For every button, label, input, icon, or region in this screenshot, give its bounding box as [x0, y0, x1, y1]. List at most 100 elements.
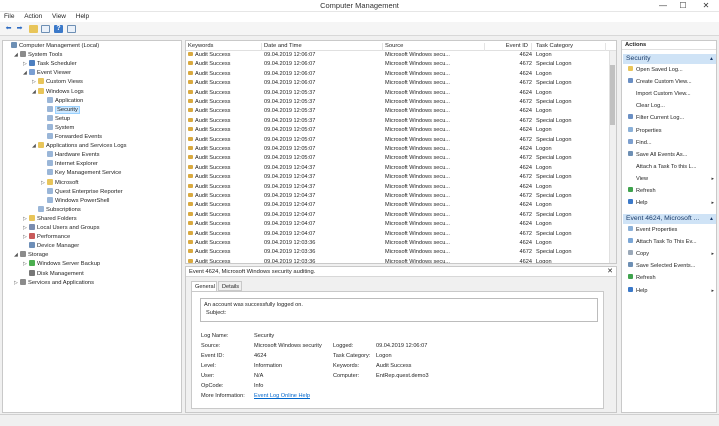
folder-up-icon[interactable] [29, 25, 38, 33]
table-row[interactable]: Audit Success 09.04.2019 12:05:37 Microsof… [186, 107, 616, 116]
action-item[interactable]: Attach a Task To this L... [628, 163, 714, 172]
tree-node[interactable]: ▷ Task Scheduler [23, 60, 77, 69]
tree-node[interactable]: ▷ Custom Views [32, 78, 83, 87]
menu-file[interactable]: File [0, 12, 18, 22]
tree-node[interactable]: Application [41, 96, 83, 106]
action-item[interactable]: Save All Events As... [628, 150, 714, 160]
table-row[interactable]: Audit Success 09.04.2019 12:03:36 Microsof… [186, 258, 616, 264]
table-row[interactable]: Audit Success 09.04.2019 12:04:37 Microsof… [186, 164, 616, 173]
action-item[interactable]: Create Custom View... [628, 78, 714, 87]
table-row[interactable]: Audit Success 09.04.2019 12:03:36 Microsof… [186, 239, 616, 248]
column-keywords[interactable]: Keywords [188, 43, 262, 51]
close-button[interactable]: ✕ [697, 0, 715, 12]
tree-node[interactable]: ◢ Windows Logs [32, 87, 84, 97]
table-row[interactable]: Audit Success 09.04.2019 12:05:37 Microsof… [186, 89, 616, 98]
table-row[interactable]: Audit Success 09.04.2019 12:04:37 Microsof… [186, 192, 616, 201]
tree-node[interactable]: Device Manager [23, 242, 79, 251]
tree-node[interactable]: Windows PowerShell [41, 196, 109, 206]
tree-node-label: Hardware Events [55, 152, 100, 159]
scrollbar-thumb[interactable] [610, 65, 615, 125]
column-event-id[interactable]: Event ID [487, 43, 532, 51]
action-item[interactable]: View ▸ [628, 175, 714, 184]
table-row[interactable]: Audit Success 09.04.2019 12:06:07 Microsof… [186, 60, 616, 69]
table-row[interactable]: Audit Success 09.04.2019 12:04:07 Microsof… [186, 211, 616, 220]
tab-general[interactable]: General [191, 281, 217, 291]
tree-node[interactable]: Security [41, 105, 80, 115]
event-log-online-help-link[interactable]: Event Log Online Help [254, 393, 310, 399]
cell-source: Microsoft Windows secu... [385, 202, 450, 209]
actions-section-security[interactable]: Security ▲ [623, 54, 716, 64]
table-row[interactable]: Audit Success 09.04.2019 12:05:07 Microsof… [186, 126, 616, 135]
menu-action[interactable]: Action [20, 12, 46, 22]
table-row[interactable]: Audit Success 09.04.2019 12:05:07 Microsof… [186, 154, 616, 163]
action-item[interactable]: Help ▸ [628, 199, 714, 208]
column-date-time[interactable]: Date and Time [264, 43, 383, 51]
events-table-scrollbar[interactable] [609, 51, 616, 263]
cell-event-id: 4624 [519, 258, 532, 264]
table-row[interactable]: Audit Success 09.04.2019 12:05:37 Microsof… [186, 117, 616, 126]
action-item[interactable]: Filter Current Log... [628, 114, 714, 123]
tree-node[interactable]: Computer Management (Local) [5, 42, 99, 51]
table-row[interactable]: Audit Success 09.04.2019 12:06:07 Microsof… [186, 51, 616, 60]
tree-node[interactable]: Subscriptions [32, 205, 81, 215]
action-item[interactable]: Help ▸ [628, 286, 714, 296]
action-item[interactable]: Attach Task To This Ev... [628, 238, 714, 247]
close-icon[interactable]: ✕ [607, 267, 613, 277]
menu-view[interactable]: View [48, 12, 70, 22]
action-item[interactable]: Properties [628, 126, 714, 136]
table-row[interactable]: Audit Success 09.04.2019 12:06:07 Microsof… [186, 79, 616, 88]
forward-arrow-icon[interactable]: ➡ [15, 25, 24, 33]
table-row[interactable]: Audit Success 09.04.2019 12:04:37 Microsof… [186, 173, 616, 182]
column-source[interactable]: Source [385, 43, 485, 51]
show-action-pane-icon[interactable] [67, 25, 76, 33]
tree-node[interactable]: ◢ System Tools [14, 51, 62, 60]
tree-node[interactable]: ▷ Windows Server Backup [23, 260, 100, 269]
action-item[interactable]: Open Saved Log... [628, 66, 714, 75]
menu-help[interactable]: Help [72, 12, 93, 22]
back-arrow-icon[interactable]: ⬅ [4, 25, 13, 33]
action-item[interactable]: Refresh [628, 274, 714, 283]
tree-node[interactable]: Disk Management [23, 269, 84, 279]
maximize-button[interactable]: ☐ [674, 0, 692, 12]
table-row[interactable]: Audit Success 09.04.2019 12:04:37 Microsof… [186, 183, 616, 192]
show-tree-icon[interactable] [41, 25, 50, 33]
tree-node[interactable]: Forwarded Events [41, 133, 102, 142]
table-row[interactable]: Audit Success 09.04.2019 12:03:36 Microsof… [186, 248, 616, 257]
action-item[interactable]: Clear Log... [628, 102, 714, 111]
collapse-icon[interactable]: ▲ [709, 54, 714, 64]
column-task-category[interactable]: Task Category [536, 43, 606, 51]
tree-node[interactable]: ◢ Event Viewer [23, 69, 71, 78]
tree-node[interactable]: ◢ Storage [14, 251, 48, 260]
table-row[interactable]: Audit Success 09.04.2019 12:04:07 Microsof… [186, 230, 616, 239]
tree-node[interactable]: ▷ Shared Folders [23, 214, 77, 224]
table-row[interactable]: Audit Success 09.04.2019 12:04:07 Microsof… [186, 201, 616, 210]
tree-node[interactable]: System [41, 123, 74, 133]
action-item[interactable]: Save Selected Events... [628, 262, 714, 271]
tree-node[interactable]: Key Management Service [41, 169, 121, 178]
tree-node[interactable]: ▷ Microsoft [41, 178, 79, 188]
table-row[interactable]: Audit Success 09.04.2019 12:05:07 Microsof… [186, 136, 616, 145]
tree-node[interactable]: ▷ Services and Applications [14, 278, 94, 288]
event-message-box[interactable]: An account was successfully logged on. S… [200, 298, 598, 322]
tree-node[interactable]: Setup [41, 114, 70, 124]
minimize-button[interactable]: — [654, 0, 672, 12]
tree-node[interactable]: Quest Enterprise Reporter [41, 187, 123, 197]
tree-node[interactable]: ◢ Applications and Services Logs [32, 142, 127, 151]
action-item[interactable]: Refresh [628, 187, 714, 196]
action-item[interactable]: Copy ▸ [628, 250, 714, 259]
action-item[interactable]: Find... [628, 138, 714, 148]
table-row[interactable]: Audit Success 09.04.2019 12:04:07 Microsof… [186, 220, 616, 229]
tree-node[interactable]: ▷ Local Users and Groups [23, 224, 100, 233]
tree-node[interactable]: Hardware Events [41, 151, 99, 160]
action-item[interactable]: Import Custom View... [628, 90, 714, 99]
table-row[interactable]: Audit Success 09.04.2019 12:05:07 Microsof… [186, 145, 616, 154]
collapse-icon[interactable]: ▲ [709, 214, 714, 224]
table-row[interactable]: Audit Success 09.04.2019 12:06:07 Microsof… [186, 70, 616, 79]
tree-node[interactable]: ▷ Performance [23, 233, 70, 242]
table-row[interactable]: Audit Success 09.04.2019 12:05:37 Microsof… [186, 98, 616, 107]
help-icon[interactable]: ? [54, 25, 63, 33]
action-item[interactable]: Event Properties [628, 226, 714, 235]
actions-section-event[interactable]: Event 4624, Microsoft ... ▲ [623, 214, 716, 224]
tab-details[interactable]: Details [218, 281, 242, 291]
tree-node[interactable]: Internet Explorer [41, 160, 98, 169]
